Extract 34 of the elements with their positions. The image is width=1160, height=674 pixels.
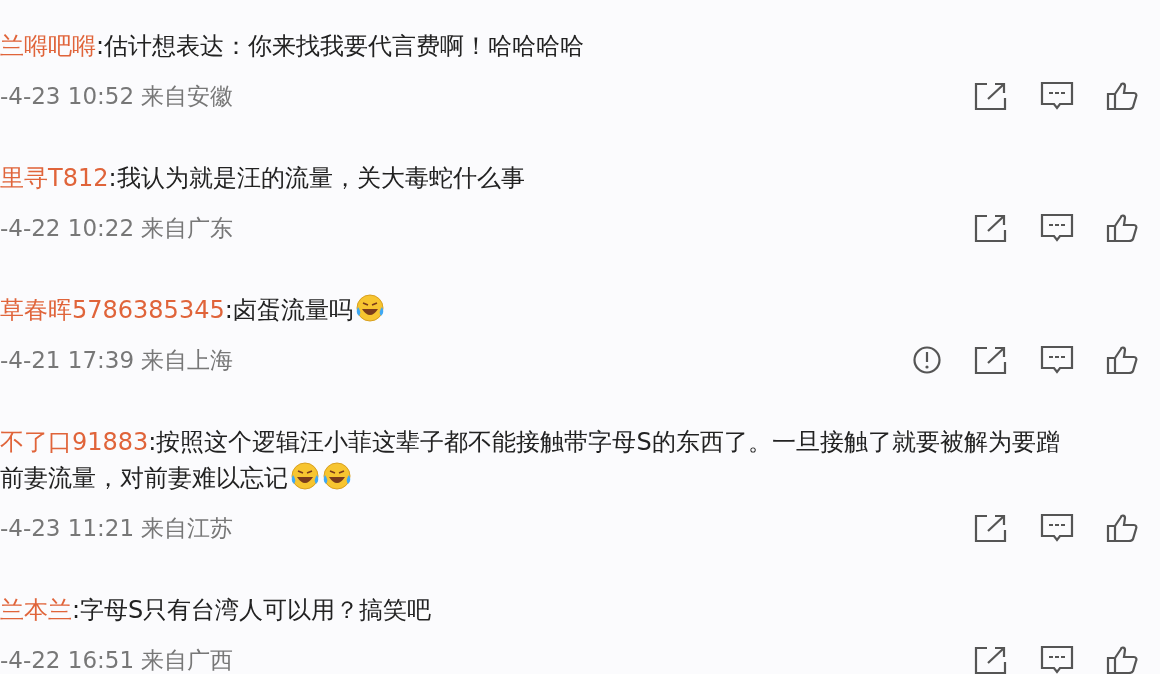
comment-text: 里寻T812:我认为就是汪的流量，关大毒蛇什么事	[0, 163, 526, 194]
thumbs-up-icon[interactable]	[1106, 81, 1138, 111]
exclamation-icon[interactable]	[912, 345, 942, 375]
share-icon[interactable]	[974, 81, 1008, 111]
share-icon[interactable]	[974, 213, 1008, 243]
username-link[interactable]: 兰本兰	[0, 596, 72, 624]
username-link[interactable]: 里寻T812	[0, 164, 109, 192]
thumbs-up-icon[interactable]	[1106, 213, 1138, 243]
comment-icon[interactable]	[1040, 81, 1074, 111]
share-icon[interactable]	[974, 345, 1008, 375]
laughing-crying-emoji-icon	[290, 461, 320, 491]
comment-date: -4-21 17:39 来自上海	[0, 345, 235, 375]
comment-date: -4-22 16:51 来自广西	[0, 645, 235, 674]
thumbs-up-icon[interactable]	[1106, 513, 1138, 543]
comment-date: -4-23 10:52 来自安徽	[0, 81, 235, 111]
username-link[interactable]: 草春晖5786385345	[0, 296, 225, 324]
share-icon[interactable]	[974, 645, 1008, 674]
thumbs-up-icon[interactable]	[1106, 345, 1138, 375]
comment-text: 草春晖5786385345:卤蛋流量吗	[0, 292, 1060, 328]
username-link[interactable]: 兰嘚吧嘚	[0, 32, 96, 60]
comment-text: 不了口91883:按照这个逻辑汪小菲这辈子都不能接触带字母S的东西了。一旦接触了就要被解为要蹭前妻流量，对前妻难以忘记	[0, 427, 1060, 494]
comment-date: -4-23 11:21 来自江苏	[0, 513, 235, 543]
comment-icon[interactable]	[1040, 213, 1074, 243]
thumbs-up-icon[interactable]	[1106, 645, 1138, 674]
comment-icon[interactable]	[1040, 345, 1074, 375]
comment-text: 兰本兰:字母S只有台湾人可以用？搞笑吧	[0, 595, 433, 626]
comment-icon[interactable]	[1040, 645, 1074, 674]
share-icon[interactable]	[974, 513, 1008, 543]
laughing-crying-emoji-icon	[322, 461, 352, 491]
username-link[interactable]: 不了口91883	[0, 428, 149, 456]
comment-icon[interactable]	[1040, 513, 1074, 543]
laughing-crying-emoji-icon	[354, 293, 385, 323]
comment-date: -4-22 10:22 来自广东	[0, 213, 235, 243]
comment-text: 兰嘚吧嘚:估计想表达：你来找我要代言费啊！哈哈哈哈	[0, 31, 586, 62]
